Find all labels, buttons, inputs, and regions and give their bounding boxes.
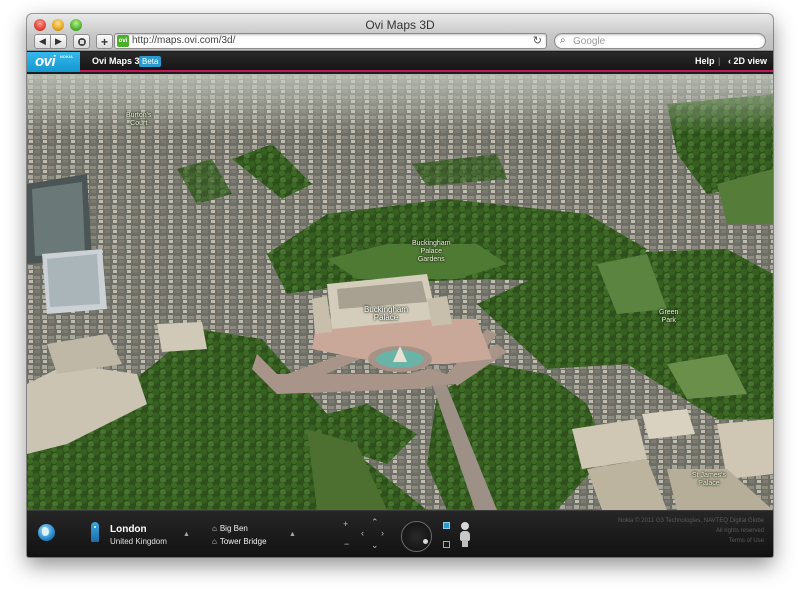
help-link[interactable]: Help [695, 56, 715, 66]
poi-label: Tower Bridge [219, 537, 267, 546]
app-title: Ovi Maps 3D [92, 56, 147, 66]
2d-view-button[interactable]: ‹ 2D view [728, 56, 767, 66]
street-view-person-icon[interactable] [459, 522, 471, 547]
browser-titlebar: Ovi Maps 3D ◀ ▶ + ovi http://maps.ovi.co… [27, 14, 773, 51]
rotation-dial-handle[interactable] [423, 539, 428, 544]
map-label-buckingham-palace[interactable]: Buckingham Palace [364, 306, 408, 322]
pan-up-button[interactable]: ⌃ [371, 517, 379, 528]
globe-icon[interactable] [38, 524, 55, 541]
browser-window: Ovi Maps 3D ◀ ▶ + ovi http://maps.ovi.co… [27, 14, 773, 557]
bottom-control-bar: London United Kingdom ▲ ⌂ Big Ben ⌂ Tower … [27, 510, 773, 557]
rotation-dial[interactable] [401, 521, 432, 552]
map-label-st-james-palace[interactable]: St James's Palace [692, 472, 726, 488]
plus-icon: + [100, 34, 108, 49]
landmark-icon: ⌂ [212, 524, 217, 533]
poi-link-big-ben[interactable]: ⌂ Big Ben [212, 524, 248, 533]
map-3d-view[interactable]: Burton's Court Buckingham Palace Gardens… [27, 74, 773, 510]
search-bar[interactable]: ⌕ [554, 33, 766, 49]
poi-link-tower-bridge[interactable]: ⌂ Tower Bridge [212, 537, 267, 546]
reload-icon[interactable]: ↻ [533, 34, 542, 47]
beta-badge: Beta [139, 56, 162, 67]
poi-label: Big Ben [219, 524, 248, 533]
copyright-line: Nokia © 2011 G3 Technologies, NAVTEQ Dig… [618, 518, 764, 524]
3d-mode-toggle[interactable] [443, 522, 450, 529]
ovi-logo[interactable]: ovi NOKIA [27, 52, 80, 72]
extension-button[interactable] [73, 34, 90, 49]
pan-left-button[interactable]: ‹ [361, 528, 364, 538]
location-pin-icon [91, 522, 99, 542]
forward-button[interactable]: ▶ [50, 34, 67, 49]
pan-right-button[interactable]: › [381, 528, 384, 538]
extension-icon [77, 37, 86, 46]
2d-mode-toggle[interactable] [443, 541, 450, 548]
copyright-text: Nokia © 2011 G3 Technologies, NAVTEQ Dig… [564, 516, 764, 546]
forward-arrow-icon: ▶ [55, 36, 62, 46]
header-separator: | [718, 56, 721, 66]
map-label-burtons-court[interactable]: Burton's Court [126, 112, 151, 128]
aerial-map-image [27, 74, 773, 510]
back-button[interactable]: ◀ [34, 34, 51, 49]
search-input[interactable] [573, 35, 753, 47]
country-name: United Kingdom [110, 537, 167, 546]
logo-subtext: NOKIA [60, 54, 73, 59]
zoom-out-button[interactable]: − [344, 539, 349, 549]
app-header: ovi NOKIA Ovi Maps 3D Beta Help | ‹ 2D v… [27, 52, 773, 72]
logo-text: ovi [35, 53, 56, 70]
pan-down-button[interactable]: ⌄ [371, 540, 379, 551]
poi-expand-chevron-icon[interactable]: ▲ [289, 531, 296, 538]
map-label-palace-gardens[interactable]: Buckingham Palace Gardens [412, 240, 451, 264]
copyright-line: All rights reserved [715, 528, 764, 534]
map-label-green-park[interactable]: Green Park [659, 309, 678, 325]
terms-of-use-link[interactable]: Terms of Use [564, 536, 764, 546]
address-bar[interactable]: ovi http://maps.ovi.com/3d/ ↻ [114, 33, 547, 49]
city-expand-chevron-icon[interactable]: ▲ [183, 531, 190, 538]
back-arrow-icon: ◀ [39, 36, 46, 46]
site-favicon-icon: ovi [117, 35, 129, 47]
add-bookmark-button[interactable]: + [96, 34, 113, 49]
landmark-icon: ⌂ [212, 537, 217, 546]
window-title: Ovi Maps 3D [365, 18, 435, 32]
url-text: http://maps.ovi.com/3d/ [132, 35, 236, 46]
city-name[interactable]: London [110, 524, 147, 535]
search-icon: ⌕ [560, 35, 566, 46]
zoom-in-button[interactable]: + [343, 519, 348, 529]
